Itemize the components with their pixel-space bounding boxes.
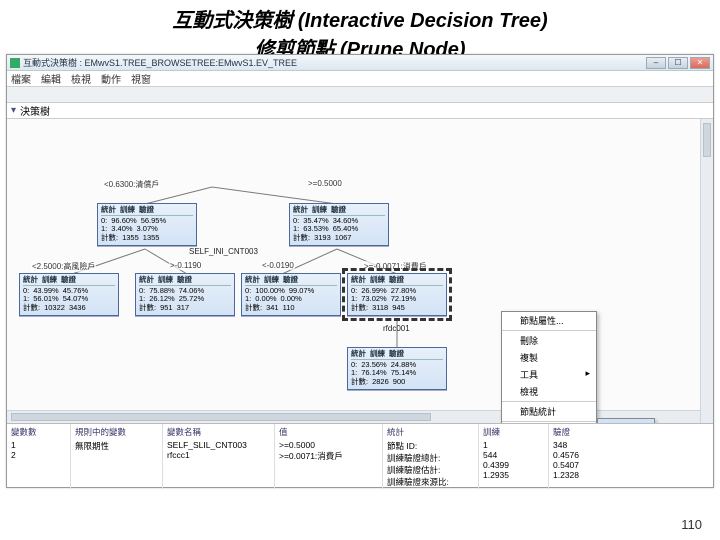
- tree-node-selected[interactable]: 統計訓練驗證 0:26.99%27.80% 1:73.02%72.19% 計數:…: [347, 273, 447, 316]
- menu-item-4[interactable]: 檢視: [502, 383, 596, 400]
- menu-help[interactable]: 視窗: [131, 71, 151, 86]
- tree-node[interactable]: 統計訓練驗證 0:43.99%45.76% 1:56.01%54.07% 計數:…: [19, 273, 119, 316]
- page-number: 110: [681, 517, 702, 532]
- edge-label: <2.5000:高風險戶: [31, 261, 96, 272]
- context-menu: 節點屬性...刪除複製工具 ▸檢視節點統計分割節點...修剪節點節點規則切換節點…: [501, 311, 597, 423]
- menubar: 檔案 編輯 檢視 動作 視窗: [7, 71, 713, 87]
- col-header: 規則中的變數: [75, 426, 158, 438]
- chevron-down-icon[interactable]: ▾: [11, 105, 16, 116]
- tree-node[interactable]: 統計訓練驗證 0:23.56%24.88% 1:76.14%75.14% 計數:…: [347, 347, 447, 390]
- menu-item-3[interactable]: 工具 ▸: [502, 366, 596, 383]
- menu-item-2[interactable]: 複製: [502, 349, 596, 366]
- menu-item-0[interactable]: 節點屬性...: [502, 312, 596, 329]
- tree-node[interactable]: 統計訓練驗證 0:35.47%34.60% 1:63.53%65.40% 計數:…: [289, 203, 389, 246]
- split-label: rfdc001: [383, 324, 410, 333]
- close-button[interactable]: ✕: [690, 57, 710, 69]
- tree-node[interactable]: 統計訓練驗證 0:100.00%99.07% 1:0.00%0.00% 計數:3…: [241, 273, 341, 316]
- app-window: 互動式決策樹 : EMwvS1.TREE_BROWSETREE:EMwvS1.E…: [6, 54, 714, 488]
- toolbar: [7, 87, 713, 103]
- scrollbar-thumb[interactable]: [11, 413, 431, 421]
- app-icon: [10, 58, 20, 68]
- window-title: 互動式決策樹 : EMwvS1.TREE_BROWSETREE:EMwvS1.E…: [23, 56, 297, 69]
- context-submenu: 複製節點: [597, 418, 655, 423]
- menu-file[interactable]: 檔案: [11, 71, 31, 86]
- col-header: 值: [279, 426, 378, 438]
- vertical-scrollbar[interactable]: [700, 119, 713, 423]
- edge-label: >-0.1190: [169, 261, 202, 270]
- breadcrumb-label: 決策樹: [20, 103, 50, 118]
- menu-window[interactable]: 動作: [101, 71, 121, 86]
- menu-item-5[interactable]: 節點統計: [502, 401, 596, 420]
- col-header: 統計: [387, 426, 474, 438]
- split-label: SELF_INI_CNT003: [189, 247, 258, 256]
- menu-edit[interactable]: 編輯: [41, 71, 61, 86]
- col-header: 訓練: [483, 426, 544, 438]
- menu-item-6[interactable]: 分割節點...: [502, 421, 596, 423]
- col-header: 變數名稱: [167, 426, 270, 438]
- col-header: 驗證: [553, 426, 709, 438]
- col-header: 變數數: [11, 426, 66, 438]
- rules-panel: 變數數 1 2 規則中的變數 無限期性 變數名稱 SELF_SLIL_CNT00…: [7, 423, 713, 489]
- minimize-button[interactable]: –: [646, 57, 666, 69]
- submenu-item-copy-node[interactable]: 複製節點: [598, 419, 654, 423]
- titlebar[interactable]: 互動式決策樹 : EMwvS1.TREE_BROWSETREE:EMwvS1.E…: [7, 55, 713, 71]
- tree-canvas[interactable]: <0.6300:清償戶 >=0.5000 SELF_INI_CNT003 <2.…: [7, 119, 713, 423]
- edge-label: >=0.5000: [307, 179, 343, 188]
- edge-label: <0.6300:清償戶: [103, 179, 160, 190]
- tree-node[interactable]: 統計訓練驗證 0:96.60%56.95% 1:3.40%3.07% 計數:13…: [97, 203, 197, 246]
- scrollbar-thumb[interactable]: [703, 123, 711, 157]
- title-line-1: 互動式決策樹 (Interactive Decision Tree): [172, 10, 547, 32]
- menu-item-1[interactable]: 刪除: [502, 330, 596, 349]
- menu-view[interactable]: 檢視: [71, 71, 91, 86]
- breadcrumb: ▾ 決策樹: [7, 103, 713, 119]
- edge-label: <-0.0190: [261, 261, 295, 270]
- slide-title: 互動式決策樹 (Interactive Decision Tree) 修剪節點 …: [0, 0, 720, 62]
- tree-node[interactable]: 統計訓練驗證 0:75.88%74.06% 1:26.12%25.72% 計數:…: [135, 273, 235, 316]
- maximize-button[interactable]: ☐: [668, 57, 688, 69]
- edge-label: >=-0.0071:消費戶: [363, 261, 428, 272]
